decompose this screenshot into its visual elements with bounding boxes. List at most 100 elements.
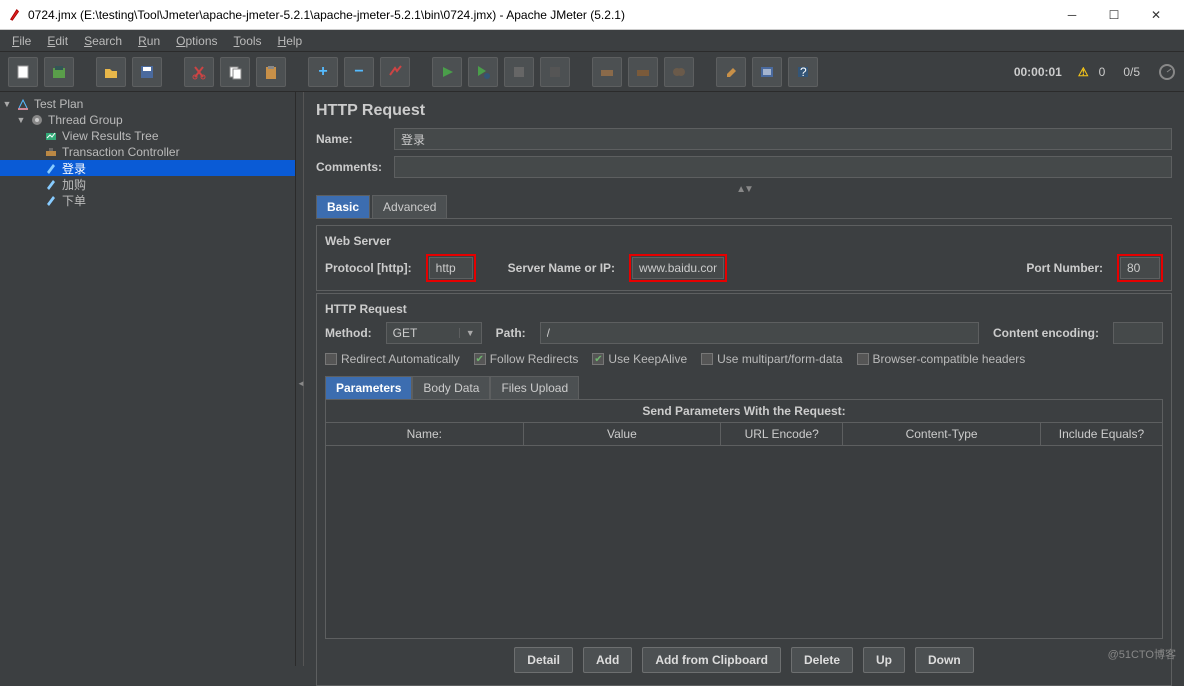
search-button[interactable]: ? [788,57,818,87]
detail-button[interactable]: Detail [514,647,573,673]
menu-bar: File Edit Search Run Options Tools Help [0,30,1184,52]
menu-file[interactable]: File [6,32,37,50]
col-name[interactable]: Name: [326,423,524,445]
thread-count: 0/5 [1123,65,1140,79]
menu-run[interactable]: Run [132,32,166,50]
parameters-table: Send Parameters With the Request: Name: … [325,399,1163,639]
redirect-auto-checkbox[interactable]: Redirect Automatically [325,352,460,366]
col-encode[interactable]: URL Encode? [721,423,843,445]
server-label: Server Name or IP: [508,261,615,275]
split-handle[interactable] [296,92,304,666]
params-header: Send Parameters With the Request: [326,400,1162,423]
browser-headers-checkbox[interactable]: Browser-compatible headers [857,352,1026,366]
method-label: Method: [325,326,372,340]
params-body[interactable] [326,446,1162,638]
cut-button[interactable] [184,57,214,87]
path-input[interactable] [540,322,979,344]
tree-node-login[interactable]: 登录 [0,160,295,176]
tab-basic[interactable]: Basic [316,195,370,218]
toolbar: + − ? 00:00:01 ⚠ 0 0/5 [0,52,1184,92]
tree-node-order[interactable]: 下单 [0,192,295,208]
copy-button[interactable] [220,57,250,87]
subtab-files-upload[interactable]: Files Upload [490,376,579,400]
tree-node-viewresults[interactable]: View Results Tree [0,128,295,144]
name-label: Name: [316,132,386,146]
svg-text:?: ? [800,65,807,79]
col-equals[interactable]: Include Equals? [1041,423,1162,445]
path-label: Path: [496,326,526,340]
http-request-title: HTTP Request [325,302,1163,316]
warning-count: 0 [1099,65,1106,79]
templates-button[interactable] [44,57,74,87]
new-button[interactable] [8,57,38,87]
start-notimers-button[interactable] [468,57,498,87]
col-ctype[interactable]: Content-Type [843,423,1041,445]
remote-start-button[interactable] [592,57,622,87]
keepalive-checkbox[interactable]: ✔Use KeepAlive [592,352,687,366]
watermark: @51CTO博客 [1108,646,1176,662]
maximize-button[interactable]: ☐ [1094,3,1134,27]
col-value[interactable]: Value [524,423,722,445]
warning-icon[interactable]: ⚠ [1078,65,1089,79]
open-button[interactable] [96,57,126,87]
method-combo[interactable]: GET ▼ [386,322,482,344]
comments-label: Comments: [316,160,386,174]
editor-panel: HTTP Request Name: Comments: ▲▼ Basic Ad… [304,92,1184,666]
window-title: 0724.jmx (E:\testing\Tool\Jmeter\apache-… [28,8,1052,22]
collapse-toggle-icon[interactable]: ▲▼ [736,184,752,195]
follow-redirects-checkbox[interactable]: ✔Follow Redirects [474,352,579,366]
clear-button[interactable] [716,57,746,87]
menu-help[interactable]: Help [272,32,309,50]
encoding-label: Content encoding: [993,326,1099,340]
collapse-button[interactable]: − [344,57,374,87]
add-clipboard-button[interactable]: Add from Clipboard [642,647,781,673]
paste-button[interactable] [256,57,286,87]
encoding-input[interactable] [1113,322,1163,344]
save-button[interactable] [132,57,162,87]
tree-node-threadgroup[interactable]: ▼ Thread Group [0,112,295,128]
name-input[interactable] [394,128,1172,150]
multipart-checkbox[interactable]: Use multipart/form-data [701,352,842,366]
clear-all-button[interactable] [752,57,782,87]
remote-shutdown-button[interactable] [664,57,694,87]
menu-search[interactable]: Search [78,32,128,50]
comments-input[interactable] [394,156,1172,178]
highlight-port [1117,254,1163,282]
remote-stop-button[interactable] [628,57,658,87]
menu-tools[interactable]: Tools [228,32,268,50]
config-tabs: Basic Advanced [316,195,1172,219]
port-input[interactable] [1120,257,1160,279]
subtab-body-data[interactable]: Body Data [412,376,490,400]
shutdown-button[interactable] [540,57,570,87]
gauge-icon [1158,63,1176,81]
up-button[interactable]: Up [863,647,905,673]
chevron-down-icon: ▼ [459,328,475,338]
add-button[interactable]: Add [583,647,632,673]
tree-node-testplan[interactable]: ▼ Test Plan [0,96,295,112]
tab-advanced[interactable]: Advanced [372,195,447,218]
web-server-title: Web Server [325,234,1163,248]
menu-options[interactable]: Options [170,32,223,50]
down-button[interactable]: Down [915,647,974,673]
test-plan-tree[interactable]: ▼ Test Plan ▼ Thread Group View Results … [0,92,296,666]
delete-button[interactable]: Delete [791,647,853,673]
elapsed-timer: 00:00:01 [1014,65,1062,79]
highlight-server [629,254,727,282]
jmeter-icon [8,8,22,22]
close-button[interactable]: ✕ [1136,3,1176,27]
menu-edit[interactable]: Edit [41,32,74,50]
window-titlebar: 0724.jmx (E:\testing\Tool\Jmeter\apache-… [0,0,1184,30]
start-button[interactable] [432,57,462,87]
protocol-input[interactable] [429,257,473,279]
server-input[interactable] [632,257,724,279]
subtab-parameters[interactable]: Parameters [325,376,412,400]
minimize-button[interactable]: ─ [1052,3,1092,27]
tree-node-add[interactable]: 加购 [0,176,295,192]
tree-node-transaction[interactable]: Transaction Controller [0,144,295,160]
expand-button[interactable]: + [308,57,338,87]
web-server-section: Web Server Protocol [http]: Server Name … [316,225,1172,291]
port-label: Port Number: [1026,261,1103,275]
stop-button[interactable] [504,57,534,87]
http-request-section: HTTP Request Method: GET ▼ Path: Content… [316,293,1172,686]
toggle-button[interactable] [380,57,410,87]
